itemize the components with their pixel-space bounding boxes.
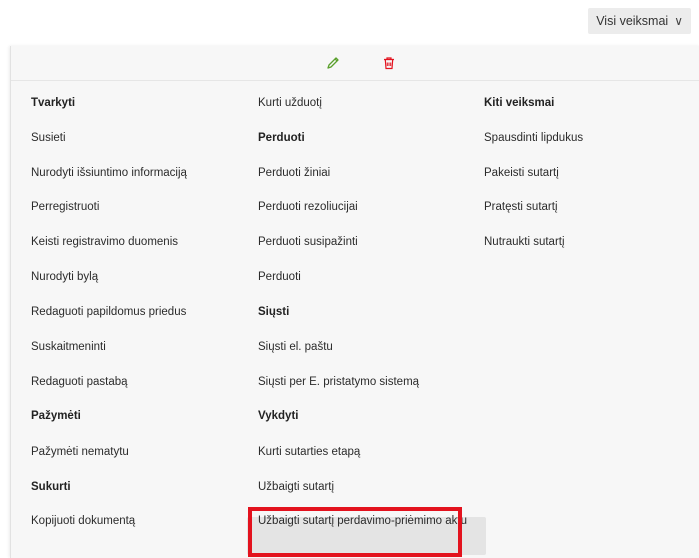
menu-heading: Vykdyti	[258, 410, 299, 422]
menu-item[interactable]: Redaguoti pastabą	[31, 375, 128, 389]
actions-menu-panel: Tvarkyti Susieti Nurodyti išsiuntimo inf…	[10, 46, 699, 558]
menu-heading: Sukurti	[31, 481, 71, 493]
menu-item[interactable]: Perduoti susipažinti	[258, 235, 358, 249]
trash-icon[interactable]	[380, 54, 398, 72]
menu-item[interactable]: Suskaitmeninti	[31, 340, 106, 354]
menu-item[interactable]: Perduoti žiniai	[258, 166, 330, 180]
menu-heading: Kiti veiksmai	[484, 97, 555, 109]
chevron-down-icon: ∨	[674, 14, 683, 28]
pencil-icon[interactable]	[324, 54, 342, 72]
menu-item[interactable]: Perduoti	[258, 270, 301, 284]
all-actions-label: Visi veiksmai	[596, 14, 669, 28]
menu-item[interactable]: Susieti	[31, 131, 66, 145]
menu-heading: Siųsti	[258, 306, 290, 318]
menu-item[interactable]: Nurodyti išsiuntimo informaciją	[31, 166, 187, 180]
menu-toolbar	[11, 46, 699, 81]
menu-item[interactable]: Kopijuoti dokumentą	[31, 514, 135, 528]
menu-item[interactable]: Pažymėti nematytu	[31, 445, 129, 459]
menu-item[interactable]: Pratęsti sutartį	[484, 200, 558, 214]
menu-item[interactable]: Nurodyti bylą	[31, 270, 98, 284]
menu-item[interactable]: Užbaigti sutartį perdavimo-priėmimo aktu	[258, 514, 488, 528]
menu-item[interactable]: Kurti sutarties etapą	[258, 445, 360, 459]
menu-item[interactable]: Perregistruoti	[31, 200, 99, 214]
menu-heading: Pažymėti	[31, 410, 81, 422]
menu-item[interactable]: Keisti registravimo duomenis	[31, 235, 178, 249]
menu-item[interactable]: Perduoti rezoliucijai	[258, 200, 358, 214]
menu-item[interactable]: Pakeisti sutartį	[484, 166, 559, 180]
menu-heading: Perduoti	[258, 132, 305, 144]
menu-item[interactable]: Siųsti per E. pristatymo sistemą	[258, 375, 419, 389]
menu-item[interactable]: Spausdinti lipdukus	[484, 131, 583, 145]
menu-item[interactable]: Siųsti el. paštu	[258, 340, 333, 354]
menu-heading: Tvarkyti	[31, 97, 76, 109]
top-bar: Visi veiksmai ∨	[0, 0, 699, 44]
menu-item-hovered[interactable]: Užbaigti sutartį	[258, 480, 334, 494]
all-actions-button[interactable]: Visi veiksmai ∨	[588, 8, 691, 34]
menu-item[interactable]: Redaguoti papildomus priedus	[31, 305, 186, 319]
menu-item[interactable]: Kurti užduotį	[258, 96, 322, 110]
menu-item[interactable]: Nutraukti sutartį	[484, 235, 565, 249]
